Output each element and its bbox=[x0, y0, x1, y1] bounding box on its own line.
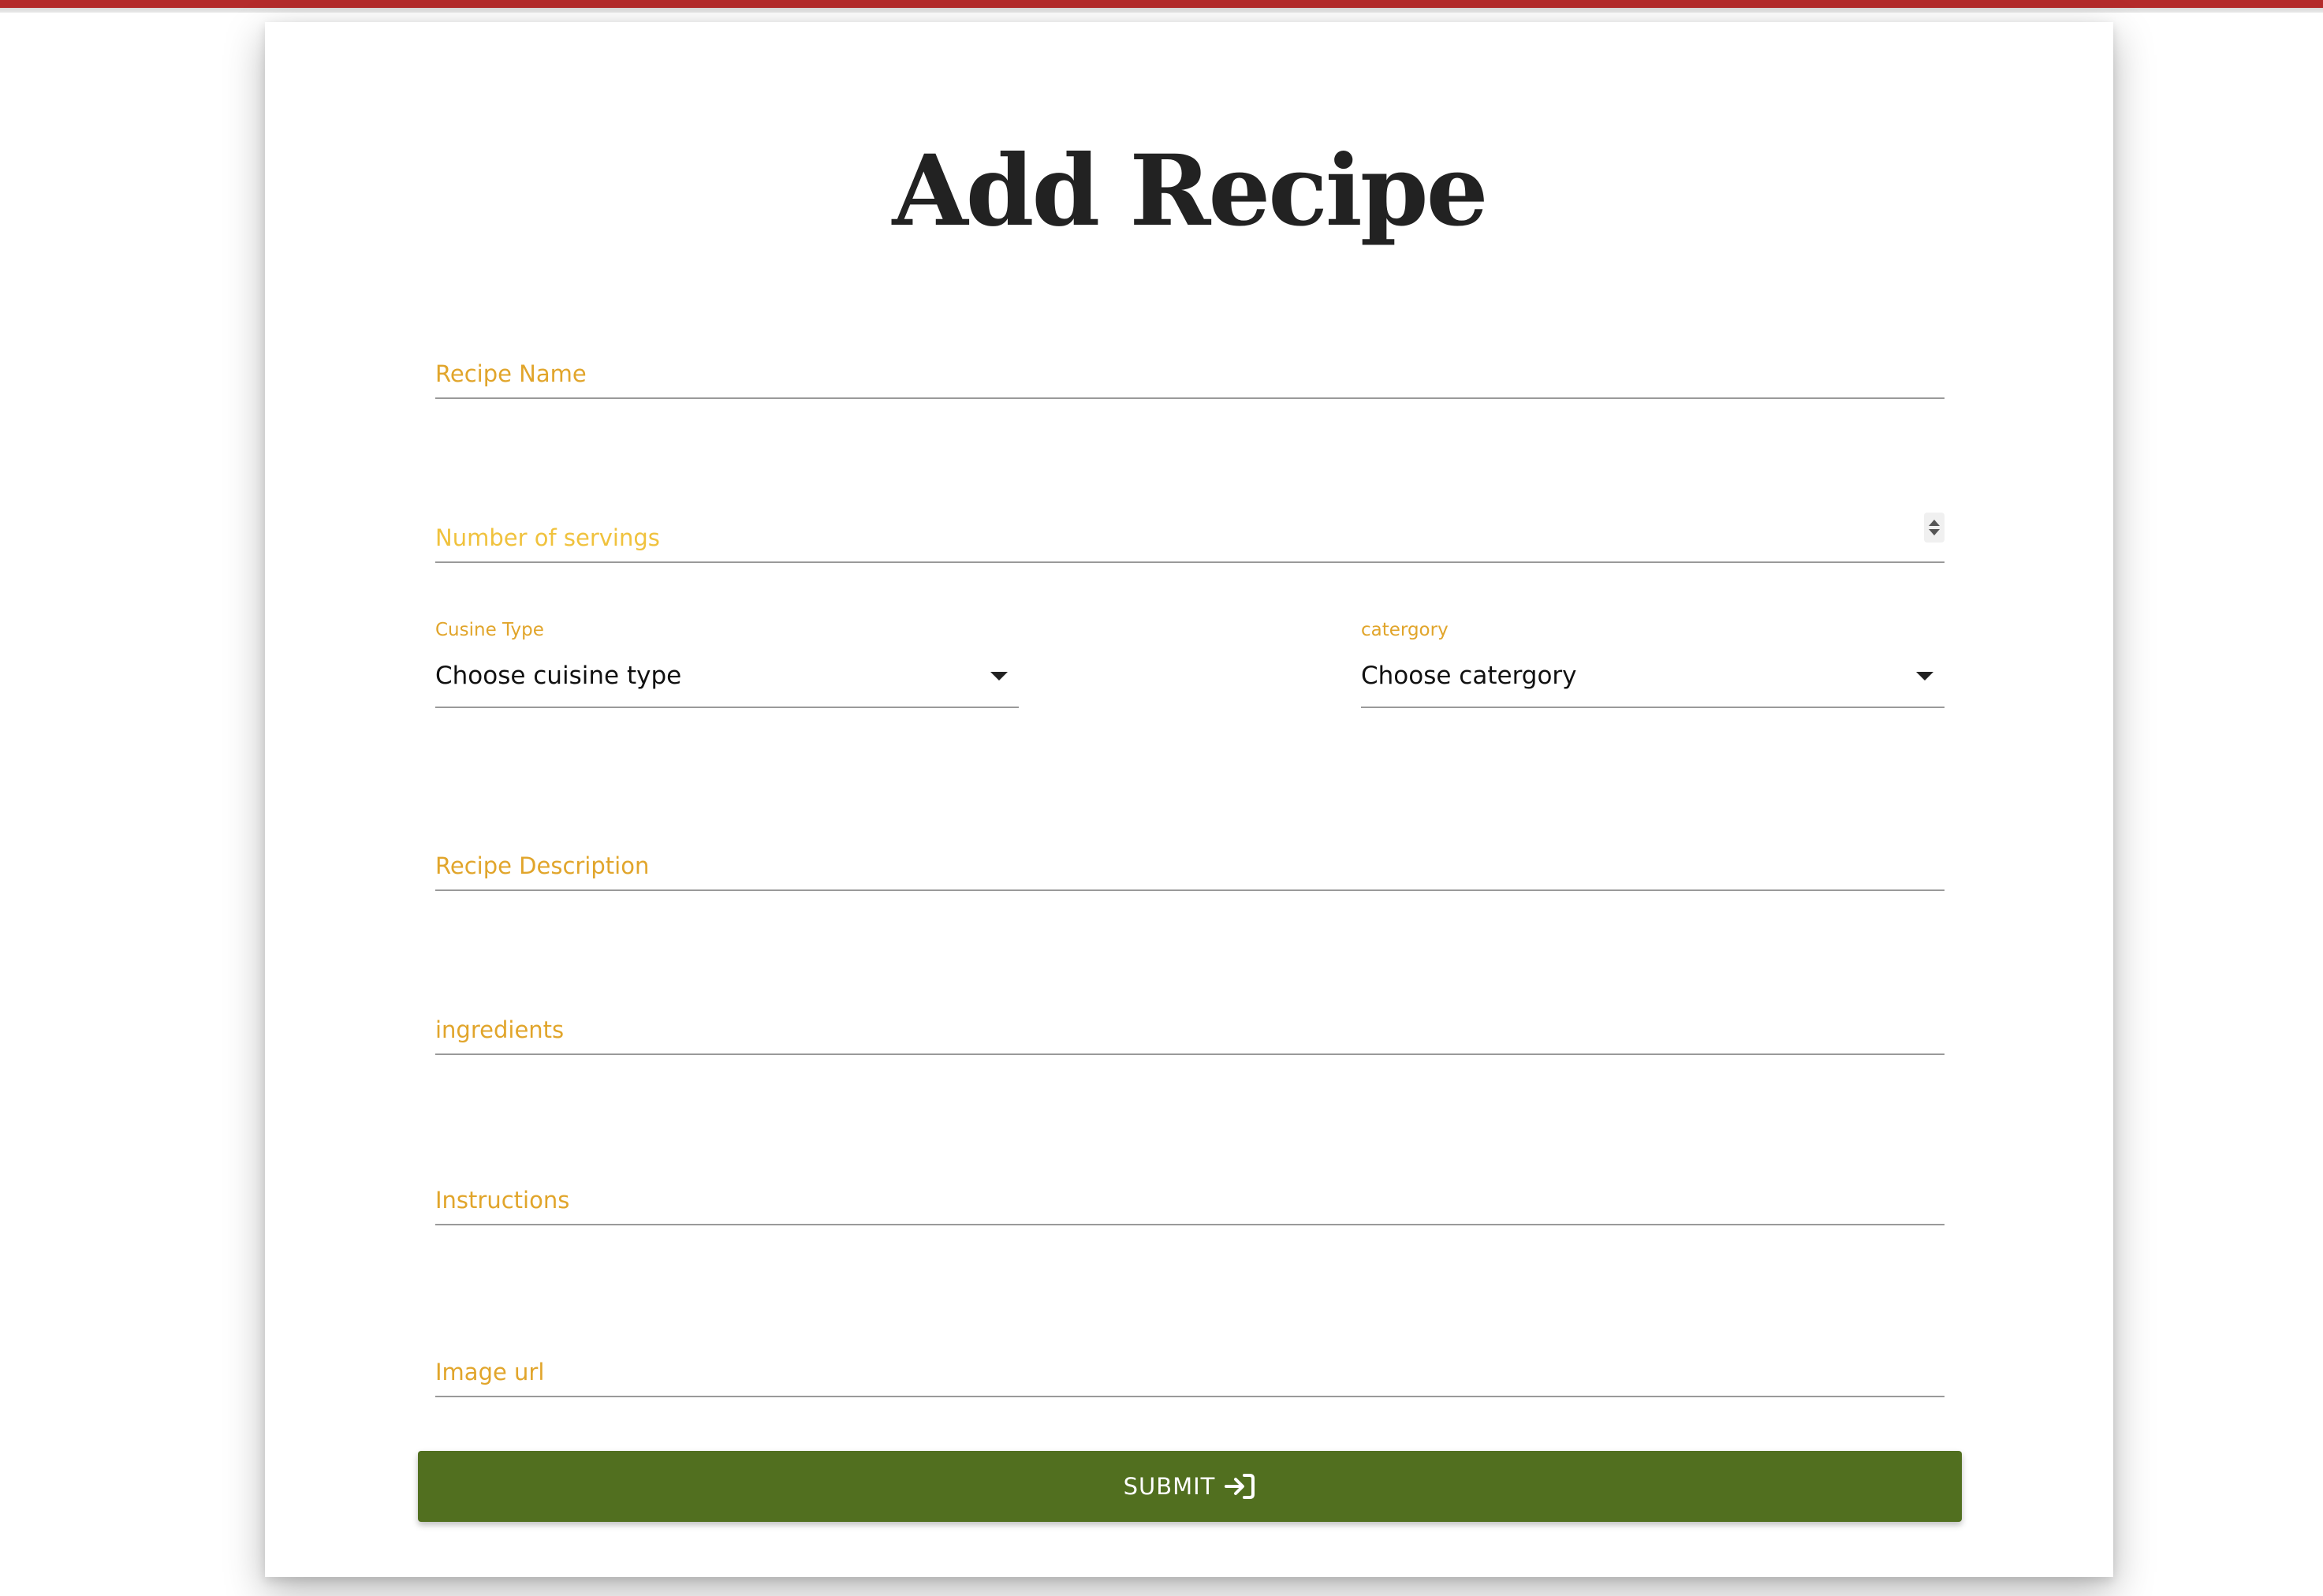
image-url-input[interactable] bbox=[435, 1355, 1945, 1389]
stepper-up-icon[interactable] bbox=[1929, 520, 1940, 526]
description-input[interactable] bbox=[435, 848, 1945, 883]
servings-field[interactable] bbox=[435, 498, 1945, 563]
category-label: catergory bbox=[1361, 620, 1449, 640]
cuisine-type-label: Cusine Type bbox=[435, 620, 544, 640]
chevron-down-icon[interactable] bbox=[1916, 672, 1933, 681]
servings-input[interactable] bbox=[435, 520, 1945, 555]
ingredients-input[interactable] bbox=[435, 1012, 1945, 1047]
page-title: Add Recipe bbox=[892, 134, 1489, 248]
image-url-field[interactable] bbox=[435, 1333, 1945, 1397]
servings-stepper[interactable] bbox=[1924, 513, 1945, 543]
category-value[interactable]: Choose catergory bbox=[1361, 659, 1577, 692]
submit-label: SUBMIT bbox=[1123, 1473, 1216, 1500]
chevron-down-icon[interactable] bbox=[990, 672, 1008, 681]
cuisine-type-select[interactable]: Cusine Type Choose cuisine type bbox=[435, 618, 1019, 708]
add-recipe-card: Add Recipe Cusine Type Choose cuisine ty… bbox=[265, 22, 2113, 1577]
stepper-down-icon[interactable] bbox=[1929, 529, 1940, 535]
recipe-name-input[interactable] bbox=[435, 356, 1945, 391]
top-accent-bar bbox=[0, 0, 2323, 13]
ingredients-field[interactable] bbox=[435, 990, 1945, 1055]
description-field[interactable] bbox=[435, 826, 1945, 891]
recipe-name-field[interactable] bbox=[435, 334, 1945, 399]
cuisine-type-value[interactable]: Choose cuisine type bbox=[435, 659, 681, 692]
login-arrow-icon bbox=[1225, 1474, 1255, 1499]
submit-button[interactable]: SUBMIT bbox=[418, 1451, 1962, 1522]
instructions-input[interactable] bbox=[435, 1183, 1945, 1218]
category-select[interactable]: catergory Choose catergory bbox=[1361, 618, 1945, 708]
instructions-field[interactable] bbox=[435, 1161, 1945, 1225]
